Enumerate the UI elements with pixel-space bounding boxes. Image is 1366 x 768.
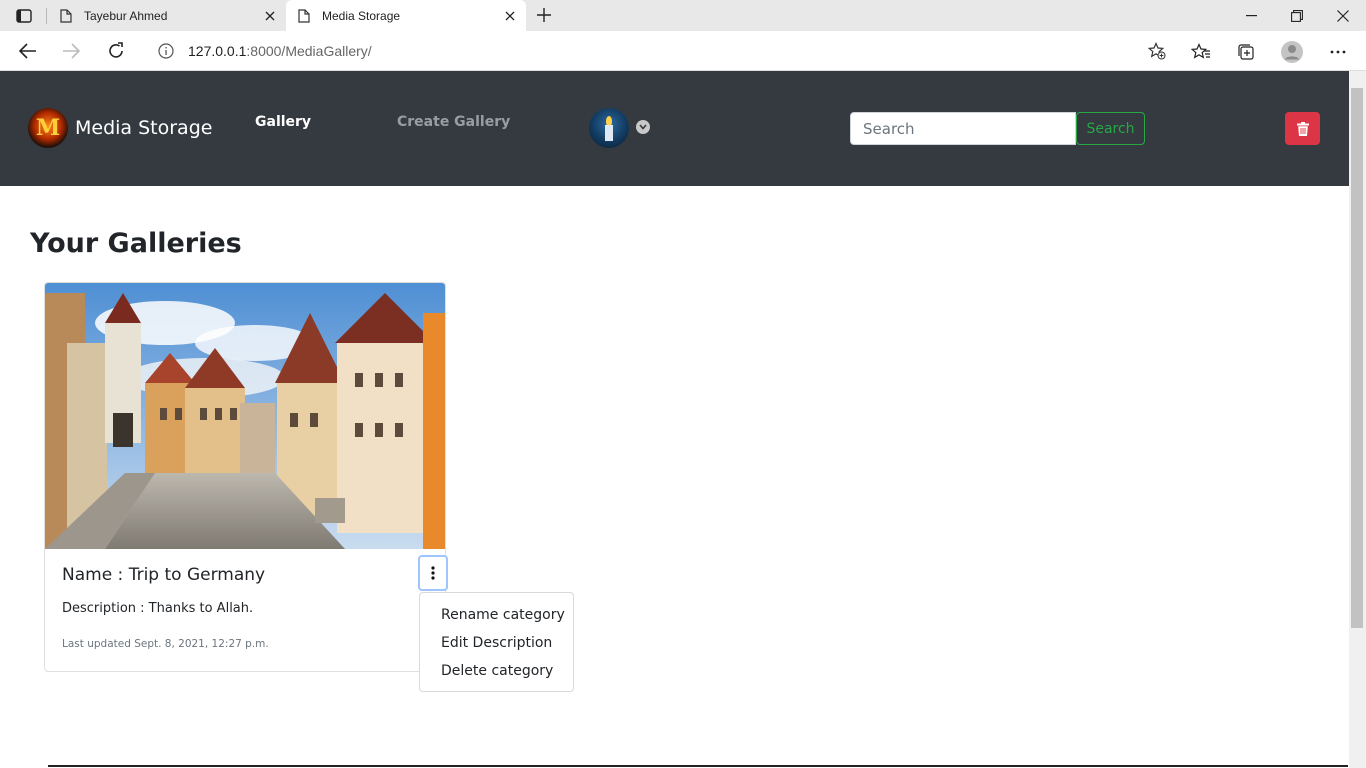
page-icon (60, 8, 72, 23)
page-icon (298, 8, 310, 23)
close-icon[interactable] (498, 4, 522, 28)
tab-title: Media Storage (322, 8, 401, 23)
back-icon[interactable] (14, 37, 42, 65)
gallery-name: Name : Trip to Germany (62, 565, 266, 585)
more-icon[interactable] (1327, 41, 1349, 63)
favorites-icon[interactable] (1190, 41, 1212, 63)
search-button[interactable]: Search (1076, 112, 1145, 145)
browser-toolbar: 127.0.0.1:8000/MediaGallery/ (0, 31, 1366, 71)
menu-item-rename-category[interactable]: Rename category (420, 601, 573, 629)
tab-actions-icon[interactable] (14, 6, 34, 26)
close-icon[interactable] (258, 4, 282, 28)
restore-icon[interactable] (1274, 0, 1320, 31)
avatar-candle (605, 125, 613, 141)
brand-name: Media Storage (75, 117, 213, 139)
profile-icon[interactable] (1280, 40, 1304, 64)
gallery-cover-image[interactable] (45, 283, 445, 549)
refresh-icon[interactable] (102, 37, 130, 65)
scrollbar-thumb[interactable] (1351, 88, 1363, 628)
kebab-icon (431, 566, 435, 580)
site-navbar: M Media Storage Gallery Create Gallery S… (0, 71, 1349, 186)
minimize-icon[interactable] (1228, 0, 1274, 31)
address-url[interactable]: 127.0.0.1:8000/MediaGallery/ (188, 43, 372, 59)
bottom-divider (48, 765, 1348, 767)
caret-down-icon[interactable] (636, 120, 650, 134)
tab-separator (46, 8, 47, 24)
nav-gallery[interactable]: Gallery (255, 114, 311, 130)
url-path: :8000/MediaGallery/ (246, 43, 372, 59)
favorite-add-icon[interactable] (1148, 42, 1166, 60)
menu-item-edit-description[interactable]: Edit Description (420, 629, 573, 657)
brand-link[interactable]: M Media Storage (28, 108, 212, 148)
info-icon[interactable] (158, 43, 174, 59)
plus-icon[interactable] (533, 4, 555, 26)
gallery-updated: Last updated Sept. 8, 2021, 12:27 p.m. (62, 638, 269, 650)
avatar[interactable] (589, 108, 629, 148)
nav-create-gallery[interactable]: Create Gallery (397, 114, 510, 130)
brand-logo-letter: M (35, 115, 61, 141)
page-title: Your Galleries (30, 228, 242, 259)
browser-tab-strip: Tayebur Ahmed Media Storage (0, 0, 1366, 31)
gallery-description: Description : Thanks to Allah. (62, 601, 254, 616)
close-icon[interactable] (1320, 0, 1366, 31)
brand-logo: M (28, 108, 68, 148)
forward-icon[interactable] (57, 37, 85, 65)
collections-icon[interactable] (1235, 41, 1257, 63)
url-host: 127.0.0.1 (188, 43, 247, 59)
gallery-card: Name : Trip to Germany Description : Tha… (44, 282, 446, 672)
gallery-options-menu: Rename category Edit Description Delete … (419, 592, 574, 692)
delete-button[interactable] (1285, 112, 1320, 145)
search-input[interactable] (850, 112, 1076, 145)
address-bar[interactable]: 127.0.0.1:8000/MediaGallery/ (144, 35, 1174, 67)
trash-icon (1296, 121, 1309, 136)
gallery-options-button[interactable] (418, 555, 448, 591)
menu-item-delete-category[interactable]: Delete category (420, 657, 573, 685)
tab-title: Tayebur Ahmed (84, 8, 168, 23)
tab-media-storage[interactable]: Media Storage (286, 0, 526, 31)
tab-tayebur-ahmed[interactable]: Tayebur Ahmed (48, 0, 286, 31)
